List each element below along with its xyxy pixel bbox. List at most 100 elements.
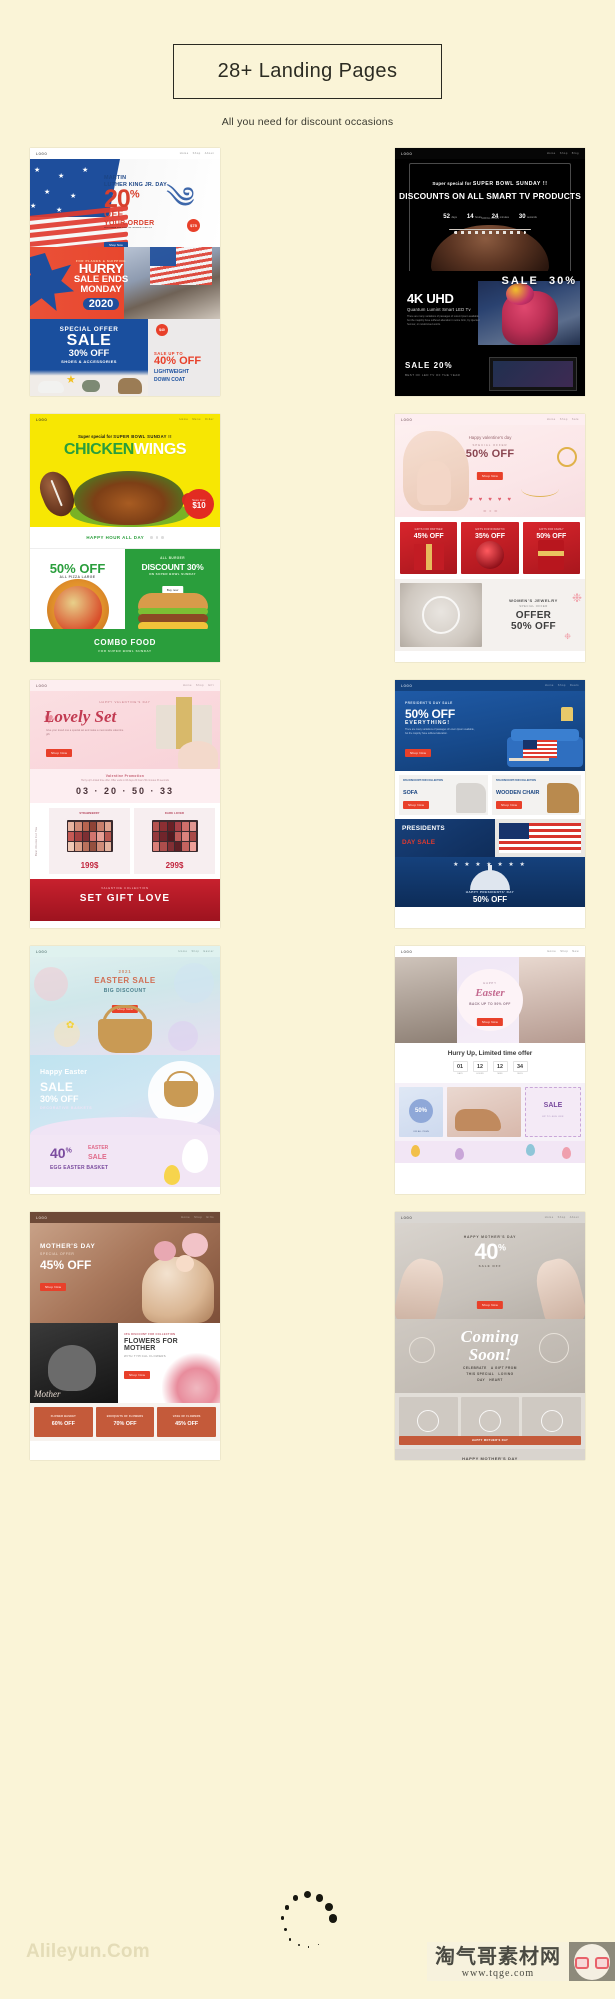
comingsoon-percent: 40% bbox=[474, 1239, 506, 1264]
flower-decoration bbox=[162, 1353, 220, 1403]
landing-card-chicken-wings[interactable]: LOGO Home Menu Order Super special for S… bbox=[30, 414, 220, 662]
landing-card-easter-baskets[interactable]: LOGO Home Shop Easter 2021 EASTER SALE B… bbox=[30, 946, 220, 1194]
sale-tile[interactable]: SALE UP TO 40% OFF bbox=[525, 1087, 581, 1137]
landing-card-coming-soon[interactable]: LOGO Home Shop About HAPPY MOTHER'S DAY … bbox=[395, 1212, 585, 1460]
beauty-hero: HAPPY Easter BACK UP TO 50% OFF Shop Now bbox=[395, 957, 585, 1043]
burger-offer[interactable]: ALL BURGER DISCOUNT 30% ON SUPER BOWL SU… bbox=[125, 549, 220, 629]
landing-card-lovely-set[interactable]: LOGO Home Shop Gift HAPPY VALENTINE'S DA… bbox=[30, 680, 220, 928]
easter-basket-icon bbox=[98, 1019, 152, 1053]
gift-tile[interactable]: GIFTS FOR ROMANTIC 35% OFF bbox=[461, 522, 519, 574]
presidents-percent: 50% OFF bbox=[405, 707, 455, 721]
shop-now-button[interactable]: Shop Now bbox=[476, 1301, 504, 1309]
navbar-menu: Home Shop Deals bbox=[545, 684, 579, 687]
landing-card-presidents-day[interactable]: LOGO Home Shop Deals PRESIDENT'S DAY SAL… bbox=[395, 680, 585, 928]
navbar-menu-item: Order bbox=[204, 418, 214, 421]
mothers-special: SPECIAL OFFER bbox=[40, 1252, 75, 1256]
carousel-dots[interactable] bbox=[483, 509, 497, 512]
flower-tile[interactable]: FLOWER BASKET 60% OFF bbox=[34, 1407, 93, 1437]
beauty-kicker: HAPPY bbox=[483, 981, 497, 985]
model-photo-right bbox=[519, 957, 585, 1043]
tile-button-wrap[interactable]: Shop Now bbox=[403, 793, 430, 811]
landing-card-mothers-day[interactable]: LOGO Home Shop Gifts MOTHER'S DAY SPECIA… bbox=[30, 1212, 220, 1460]
comingsoon-footer: HAPPY MOTHER'S DAY bbox=[395, 1449, 585, 1460]
pizza-offer[interactable]: 50% OFF ALL PIZZA LARGE Buy now bbox=[30, 549, 125, 629]
promo-coat[interactable]: $40 SALE UP TO 40% OFF LIGHTWEIGHT DOWN … bbox=[148, 319, 220, 396]
valentine-button-wrap[interactable]: Shop Now bbox=[476, 464, 504, 482]
band-text: PRESIDENTS DAY SALE bbox=[395, 819, 495, 857]
shop-now-button[interactable]: Shop Now bbox=[496, 801, 523, 809]
navbar-menu: Home Shop Gift bbox=[183, 684, 214, 687]
product-tile[interactable]: STRAWBERRY 199$ bbox=[49, 808, 130, 874]
furniture-tile[interactable]: 50% DISCOUNT FOR COLLECTION WOODEN CHAIR… bbox=[492, 775, 581, 815]
mlk-off-label: OFF bbox=[104, 209, 124, 219]
navbar-menu-item: New bbox=[572, 950, 579, 953]
star-icon: ★ bbox=[58, 173, 65, 180]
footer-title: HAPPY MOTHER'S DAY bbox=[462, 1455, 518, 1461]
beauty-button-wrap[interactable]: Shop Now bbox=[476, 1010, 504, 1028]
shop-now-button[interactable]: Shop Now bbox=[46, 749, 73, 757]
presidents-button-wrap[interactable]: Shop Now bbox=[405, 741, 432, 759]
gift-tile[interactable]: GIFTS FOR PARTNER 45% OFF bbox=[400, 522, 458, 574]
landing-card-mlk-day[interactable]: LOGO Home Shop About ★ ★ ★ ★ ★ ★ ★ ༄ MAR… bbox=[30, 148, 220, 396]
product-tile[interactable]: DARK LOVER 299$ bbox=[134, 808, 215, 874]
burger-sub: ON SUPER BOWL SUNDAY bbox=[149, 572, 196, 576]
valentine-special: SPECIAL OFFER bbox=[472, 443, 508, 447]
flower-tile[interactable]: VASE OF FLOWERS 45% OFF bbox=[157, 1407, 217, 1437]
shop-now-button[interactable]: Shop Now bbox=[124, 1371, 151, 1379]
navbar-menu: Home Shop About bbox=[545, 1216, 579, 1219]
balloon-icon bbox=[168, 1021, 198, 1051]
jewelry-photo bbox=[400, 583, 482, 647]
comingsoon-off: SALE OFF bbox=[478, 1264, 502, 1268]
mock-navbar: LOGO Home Shop New bbox=[395, 946, 585, 957]
tile-percent: 45% OFF bbox=[413, 533, 444, 540]
watermark-left: Alileyun.Com bbox=[26, 1941, 150, 1962]
mothers-title: MOTHER'S DAY bbox=[40, 1243, 96, 1250]
shop-now-button[interactable]: Shop Now bbox=[40, 1283, 67, 1291]
comingsoon-button-wrap[interactable]: Shop Now bbox=[476, 1293, 504, 1311]
lovely-hero: HAPPY VALENTINE'S DAY ♥ Lovely Set Give … bbox=[30, 691, 220, 769]
landing-card-easter-beauty[interactable]: LOGO Home Shop New HAPPY Easter BACK UP … bbox=[395, 946, 585, 1194]
banner-line3: 30% OFF bbox=[40, 1094, 79, 1104]
bracelet-icon bbox=[479, 1410, 501, 1432]
flower-tile[interactable]: BOUQUETS OF FLOWERS 70% OFF bbox=[95, 1407, 155, 1437]
presidents-sub: EVERYTHING! bbox=[405, 720, 450, 726]
armchair-icon bbox=[456, 783, 486, 813]
navbar-menu-item: Gift bbox=[207, 684, 214, 687]
promo-item-line2: DOWN COAT bbox=[154, 377, 186, 384]
shop-now-button[interactable]: Shop Now bbox=[403, 801, 430, 809]
navbar-brand: LOGO bbox=[401, 683, 413, 688]
promo-shoes[interactable]: SPECIAL OFFER SALE 30% OFF SHOES & ACCES… bbox=[30, 319, 148, 396]
promo-title: Valentine Promotion bbox=[105, 774, 145, 778]
banner-line2: SALE bbox=[40, 1080, 74, 1094]
navbar-menu: Home Shop About bbox=[180, 152, 214, 155]
script-text: Mother bbox=[34, 1389, 61, 1399]
boot-icon bbox=[118, 378, 142, 394]
navbar-menu: Home Shop New bbox=[547, 950, 579, 953]
landing-card-valentine-jewelry[interactable]: LOGO Home Shop Sale Happy valentine's da… bbox=[395, 414, 585, 662]
discount-tile[interactable]: 50% OFF ALL ITEMS bbox=[399, 1087, 443, 1137]
band-line1: PRESIDENTS bbox=[402, 825, 445, 832]
hurry-year: 2020 bbox=[82, 298, 120, 311]
mothers-button-wrap[interactable]: Shop Now bbox=[40, 1275, 67, 1293]
easter-egg-icon bbox=[455, 1148, 464, 1160]
strip-dots bbox=[150, 536, 164, 539]
lovely-button-wrap[interactable]: Shop Now bbox=[46, 741, 73, 759]
gift-tile[interactable]: GIFTS FOR FAMILY 50% OFF bbox=[522, 522, 580, 574]
feature-text: 45% DISCOUNT FOR COLLECTION FLOWERS FOR … bbox=[118, 1323, 220, 1403]
shop-now-button[interactable]: Shop Now bbox=[405, 749, 432, 757]
landing-card-super-bowl-tv[interactable]: LOGO Home Shop Blog Super special for SU… bbox=[395, 148, 585, 396]
mlk-discount-percent: 20% bbox=[104, 184, 140, 213]
feature-kicker: 45% DISCOUNT FOR COLLECTION bbox=[124, 1333, 176, 1336]
discount-caption: OFF ALL ITEMS bbox=[413, 1131, 429, 1133]
shoe-tile[interactable] bbox=[447, 1087, 521, 1137]
mlk-shop-button-wrap[interactable]: Shop Now bbox=[104, 233, 196, 247]
tile-button-wrap[interactable]: Shop Now bbox=[496, 793, 523, 811]
shop-now-button[interactable]: Shop Now bbox=[476, 472, 504, 480]
cta-bar[interactable]: HAPPY MOTHER'S DAY bbox=[399, 1436, 581, 1445]
furniture-tile[interactable]: 30% DISCOUNT FOR COLLECTION SOFA Shop No… bbox=[399, 775, 488, 815]
promo-button-wrap[interactable]: Shop Now bbox=[154, 389, 214, 397]
mlk-hero-text: MARTIN LUTHER KING JR. DAY 20% OFF YOUR … bbox=[104, 175, 200, 247]
countdown-cell: 34 SECS bbox=[512, 1061, 528, 1075]
shop-now-button[interactable]: Shop Now bbox=[476, 1018, 504, 1026]
promo-desc: Hurry up! Limited time offer. Offer ends… bbox=[81, 779, 169, 782]
